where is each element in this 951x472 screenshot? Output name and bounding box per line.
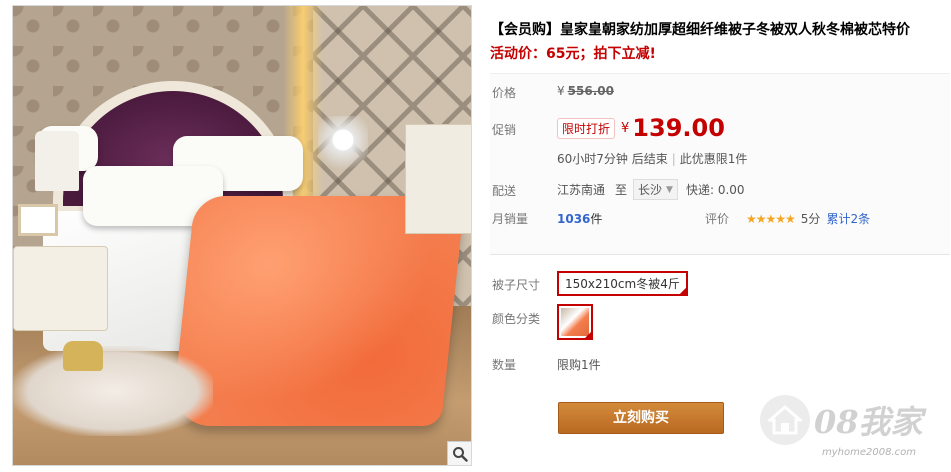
rating-score: 5分 — [800, 212, 821, 226]
zoom-button[interactable] — [447, 441, 471, 465]
currency-symbol: ¥ — [557, 84, 565, 98]
promo-countdown-row: 60小时7分钟 后结束 | 此优惠限1件 — [557, 150, 747, 167]
promo-badge: 限时打折 — [557, 117, 616, 139]
shipping-label: 配送 — [492, 184, 517, 198]
currency-symbol: ¥ — [621, 120, 630, 136]
review-count-link[interactable]: 累计2条 — [826, 210, 870, 227]
house-icon — [760, 395, 810, 445]
promo-countdown: 60小时7分钟 后结束 — [557, 152, 668, 166]
size-option-selected[interactable]: 150x210cm冬被4斤 — [557, 271, 688, 296]
rating-row: ★★★★★ 5分 累计2条 — [746, 210, 870, 227]
photo-dresser — [405, 124, 471, 234]
promo-limit: 此优惠限1件 — [679, 152, 748, 166]
photo-picture-frame — [18, 204, 58, 236]
color-option-selected[interactable] — [557, 304, 593, 340]
sales-unit: 件 — [590, 212, 603, 226]
photo-telephone — [63, 341, 103, 371]
destination-value: 长沙 — [638, 183, 663, 197]
star-rating-icon: ★★★★★ — [746, 211, 796, 226]
photo-nightstand — [13, 246, 108, 331]
photo-flower-vase — [318, 116, 368, 196]
sales-row: 1036 件 — [557, 210, 602, 227]
product-subtitle: 活动价：65元；拍下立减! — [490, 46, 656, 62]
size-label: 被子尺寸 — [492, 278, 541, 292]
quantity-row: 限购1件 — [557, 356, 601, 373]
photo-fur-rug — [13, 346, 213, 436]
shipping-row: 江苏南通 至 长沙 ▼ 快递: 0.00 — [557, 179, 745, 200]
zoom-icon — [452, 446, 468, 462]
photo-lamp — [35, 131, 79, 191]
caret-down-icon: ▼ — [666, 184, 673, 195]
price-box: 价格 ¥ 556.00 促销 限时打折 ¥ 139.00 60小时7分钟 后结束… — [490, 73, 950, 255]
destination-select[interactable]: 长沙 ▼ — [633, 179, 678, 200]
product-image[interactable] — [12, 5, 472, 466]
promo-price: 限时打折 ¥ 139.00 — [557, 114, 725, 142]
original-price-value: 556.00 — [567, 84, 614, 98]
price-label: 价格 — [492, 86, 517, 100]
divider: | — [671, 151, 676, 166]
watermark-brand: 08我家 — [814, 403, 923, 441]
watermark-url: myhome2008.com — [822, 447, 916, 458]
color-thumbnail — [561, 308, 589, 336]
product-title: 【会员购】皇家皇朝家纺加厚超细纤维被子冬被双人秋冬棉被芯特价 — [490, 22, 910, 38]
promo-label: 促销 — [492, 123, 517, 137]
shipping-to: 至 — [615, 183, 628, 197]
size-option-text: 150x210cm冬被4斤 — [565, 277, 680, 291]
sales-count: 1036 — [557, 211, 591, 226]
express-fee: 快递: 0.00 — [685, 183, 745, 197]
shipping-origin: 江苏南通 — [557, 183, 606, 197]
watermark: 08我家 myhome2008.com — [752, 383, 951, 472]
sales-label: 月销量 — [492, 212, 529, 226]
quantity-limit: 限购1件 — [557, 358, 601, 372]
promo-price-value: 139.00 — [632, 114, 725, 142]
original-price: ¥ 556.00 — [557, 84, 614, 98]
color-label: 颜色分类 — [492, 312, 541, 326]
rating-label: 评价 — [705, 212, 730, 226]
quantity-label: 数量 — [492, 358, 517, 372]
buy-now-button[interactable]: 立刻购买 — [558, 402, 724, 434]
